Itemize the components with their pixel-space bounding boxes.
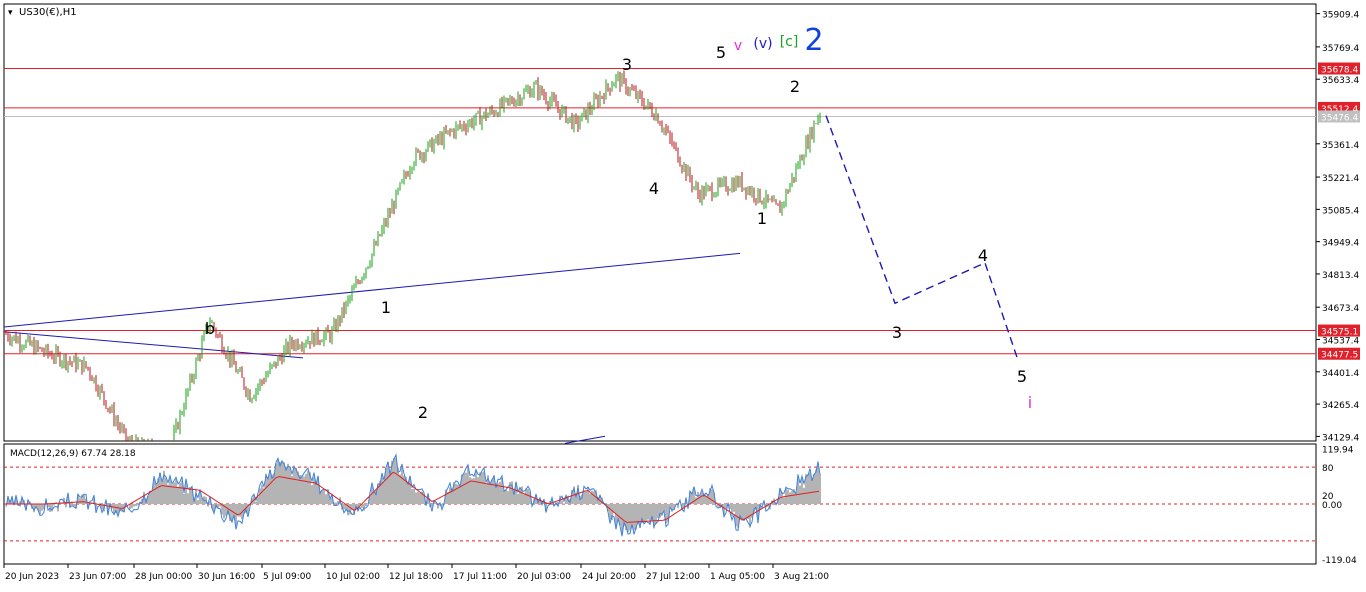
macd-y-tick-label: 80 xyxy=(1322,464,1334,474)
price-y-tick-label: 35085.4 xyxy=(1322,206,1359,216)
x-tick-label: 28 Jun 00:00 xyxy=(135,572,192,582)
x-tick-label: 3 Aug 21:00 xyxy=(774,572,829,582)
price-level-tag-label: 35678.4 xyxy=(1321,66,1358,76)
price-title: US30(€),H1 xyxy=(19,7,77,18)
price-level-tag-label: 35476.4 xyxy=(1321,113,1358,123)
wave-label: 3 xyxy=(622,55,632,74)
x-tick-label: 17 Jul 11:00 xyxy=(453,572,507,582)
price-level-tag-label: 34477.5 xyxy=(1321,351,1358,361)
price-y-tick-label: 35769.4 xyxy=(1322,44,1359,54)
price-y-tick-label: 35221.4 xyxy=(1322,174,1359,184)
macd-y-tick-label: 20 xyxy=(1322,492,1334,502)
price-y-tick-label: 34673.4 xyxy=(1322,304,1359,314)
wave-label: b xyxy=(205,319,215,338)
price-y-tick-label: 35361.4 xyxy=(1322,141,1359,151)
trendline-bottom xyxy=(564,435,606,444)
wave-label: (v) xyxy=(753,36,772,52)
macd-title: MACD(12,26,9) 67.74 28.18 xyxy=(10,449,136,459)
chart-root: ▾ US30(€),H1 35909.4 35769.4 35633.4 35361.4 3… xyxy=(0,0,1366,588)
macd-histogram xyxy=(5,457,821,533)
x-tick-label: 5 Jul 09:00 xyxy=(263,572,312,582)
macd-y-tick-label: 0.00 xyxy=(1322,501,1342,511)
wave-label: 5 xyxy=(716,43,726,62)
price-y-tick-label: 35909.4 xyxy=(1322,11,1359,21)
x-tick-label: 27 Jul 12:00 xyxy=(646,572,700,582)
macd-y-tick-label: 119.94 xyxy=(1322,446,1354,456)
wave-label: [c] xyxy=(780,34,799,50)
price-y-tick-label: 35633.4 xyxy=(1322,76,1359,86)
wave-label: i xyxy=(1028,393,1032,412)
price-y-tick-label: 34129.4 xyxy=(1322,433,1359,443)
x-tick-label: 24 Jul 20:00 xyxy=(582,572,636,582)
price-bars xyxy=(5,70,821,441)
macd-y-tick-label: -119.04 xyxy=(1322,556,1357,566)
x-tick-label: 30 Jun 16:00 xyxy=(198,572,255,582)
x-tick-label: 20 Jun 2023 xyxy=(5,572,59,582)
chart-svg: ▾ US30(€),H1 35909.4 35769.4 35633.4 35361.4 3… xyxy=(3,3,1360,582)
price-y-tick-label: 34265.4 xyxy=(1322,401,1359,411)
wave-label: 2 xyxy=(418,403,428,422)
wave-projection-path xyxy=(825,115,1019,361)
title-arrow-icon: ▾ xyxy=(8,8,13,18)
wave-label: 2 xyxy=(804,23,823,58)
wave-label: 1 xyxy=(757,209,767,228)
price-panel-frame xyxy=(3,3,1317,442)
x-tick-label: 23 Jun 07:00 xyxy=(69,572,126,582)
x-tick-label: 10 Jul 02:00 xyxy=(326,572,380,582)
x-tick-label: 12 Jul 18:00 xyxy=(389,572,443,582)
wave-label: 5 xyxy=(1017,367,1027,386)
wave-label: 4 xyxy=(649,179,659,198)
price-level-tag-label: 34575.1 xyxy=(1321,328,1358,338)
price-y-tick-label: 34537.4 xyxy=(1322,336,1359,346)
wave-label: 2 xyxy=(790,77,800,96)
x-tick-label: 20 Jul 03:00 xyxy=(517,572,571,582)
wave-label: v xyxy=(734,38,742,54)
wave-label: 3 xyxy=(892,323,902,342)
x-tick-label: 1 Aug 05:00 xyxy=(710,572,765,582)
price-y-tick-label: 34949.4 xyxy=(1322,239,1359,249)
wave-label: 1 xyxy=(381,298,391,317)
price-y-tick-label: 34401.4 xyxy=(1322,369,1359,379)
wave-label: 4 xyxy=(978,246,988,265)
price-y-tick-label: 34813.4 xyxy=(1322,271,1359,281)
